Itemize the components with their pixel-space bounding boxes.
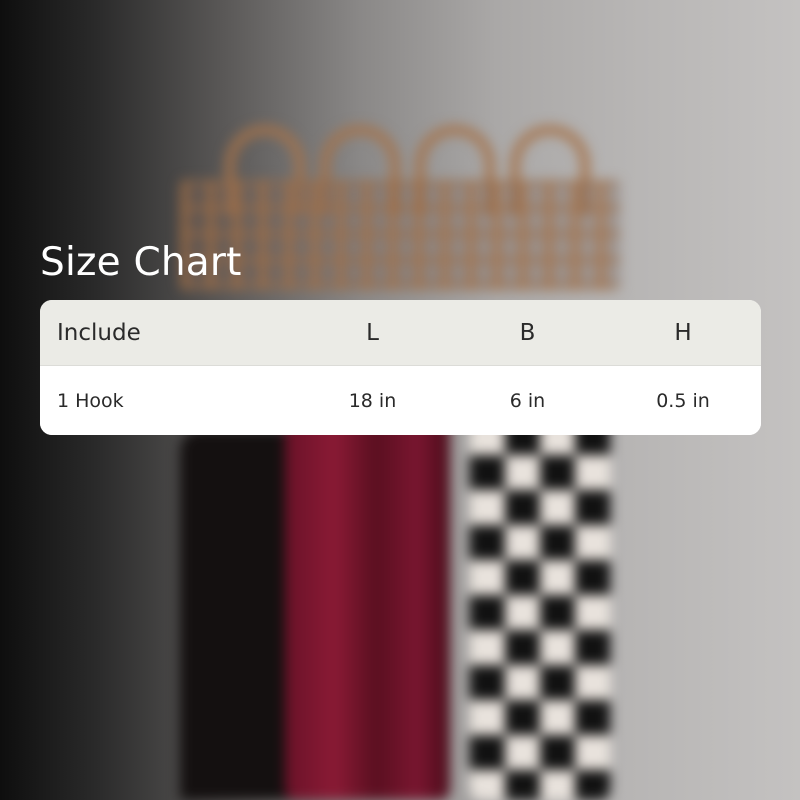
header-cell-include: Include [57, 319, 141, 346]
header-cell-height: H [674, 319, 692, 346]
cell-height: 0.5 in [656, 389, 710, 412]
wicker-rack [180, 180, 620, 290]
table-row: 1 Hook 18 in 6 in 0.5 in [40, 365, 761, 435]
page-title: Size Chart [40, 240, 242, 285]
checkered-garment [470, 420, 610, 800]
cell-breadth: 6 in [509, 389, 546, 412]
dark-garment [180, 430, 300, 800]
table-header-row: Include L B H [40, 300, 761, 365]
header-cell-breadth: B [519, 319, 536, 346]
header-cell-length: L [366, 319, 379, 346]
cell-include: 1 Hook [57, 389, 124, 412]
cell-length: 18 in [348, 389, 397, 412]
size-table: Include L B H 1 Hook 18 in 6 in 0.5 in [40, 300, 761, 435]
red-garment [285, 420, 450, 800]
